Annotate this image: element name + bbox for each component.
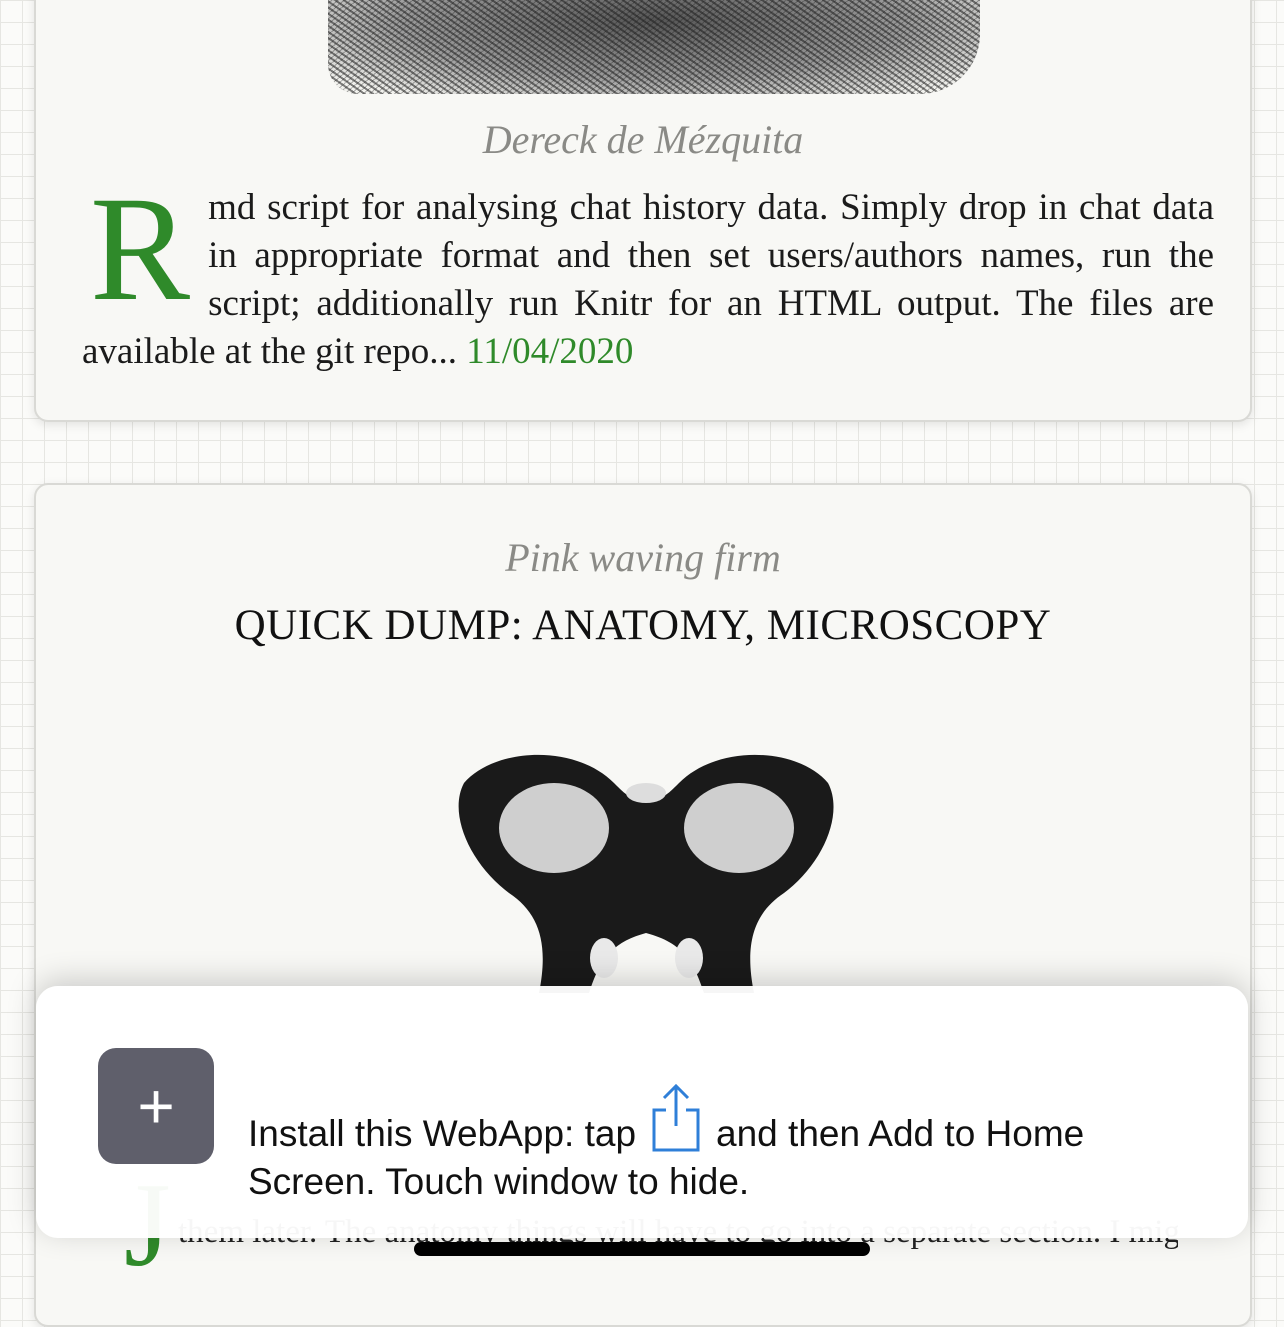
- excerpt-text: md script for analysing chat history dat…: [82, 187, 1214, 372]
- post-card-1[interactable]: Dereck de Mézquita Rmd script for analys…: [34, 0, 1252, 422]
- share-icon: [652, 1083, 700, 1152]
- post-image-engraving: [328, 0, 980, 94]
- install-instructions: Install this WebApp: tap and then Add to …: [248, 1082, 1208, 1206]
- drop-cap: R: [90, 166, 191, 332]
- post-title[interactable]: QUICK DUMP: ANATOMY, MICROSCOPY: [36, 601, 1250, 650]
- post-date[interactable]: 11/04/2020: [466, 331, 633, 372]
- post-author: Pink waving firm: [505, 535, 781, 580]
- post-author: Dereck de Mézquita: [482, 117, 804, 162]
- plus-icon: +: [98, 1048, 214, 1164]
- post-excerpt: Rmd script for analysing chat history da…: [82, 166, 1214, 376]
- pelvis-illustration: [458, 754, 834, 993]
- home-indicator[interactable]: [414, 1242, 870, 1256]
- install-webapp-banner[interactable]: + Install this WebApp: tap and then Add t…: [36, 986, 1248, 1238]
